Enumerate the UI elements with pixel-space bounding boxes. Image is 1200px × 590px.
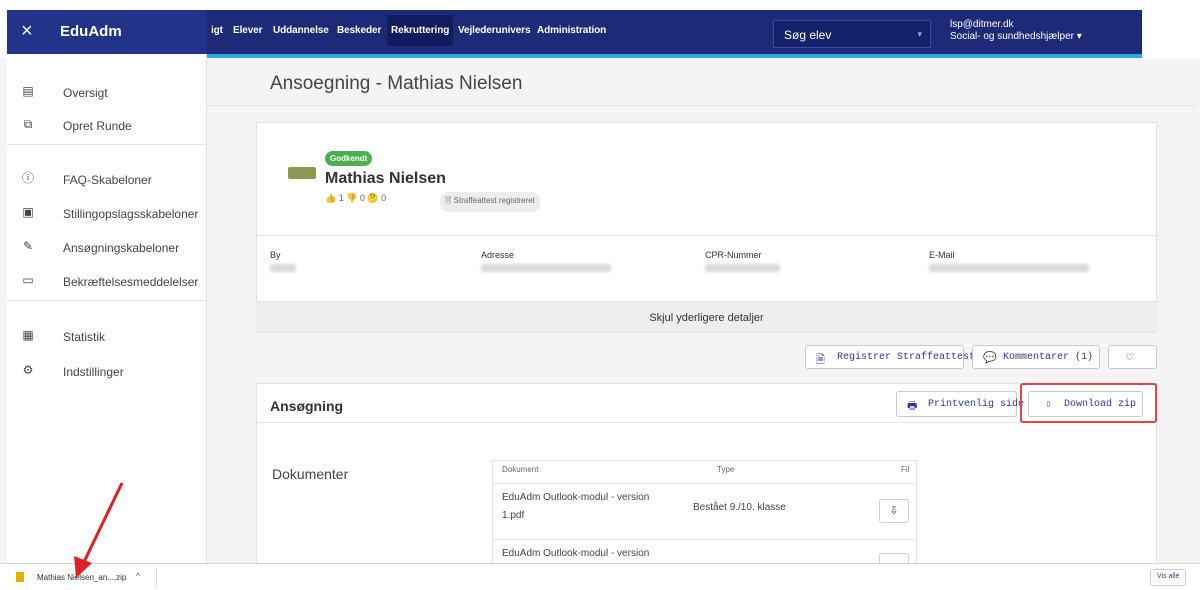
download-icon: ⇩ (1045, 399, 1052, 411)
download-file-icon[interactable]: ⇩ (879, 499, 909, 523)
toggle-details-label: Skjul yderligere detaljer (649, 312, 764, 324)
toggle-details-button[interactable]: Skjul yderligere detaljer (256, 301, 1157, 332)
detail-value-address-redacted (481, 264, 611, 272)
sidebar-item-label: Stillingopslagsskabeloner (63, 207, 199, 221)
candidate-name: Mathias Nielsen (325, 170, 446, 187)
user-email: lsp@ditmer.dk (950, 19, 1014, 30)
download-zip-label: Download zip (1064, 399, 1137, 410)
status-badge: Godkendt (325, 151, 373, 166)
column-header-file: Fil (901, 465, 910, 474)
overview-icon: ▤ (22, 84, 34, 98)
sidebar-item-ansogningskabeloner[interactable]: ✎ Ansøgningskabeloner (7, 235, 207, 261)
sidebar-item-statistik[interactable]: ▦ Statistik (7, 324, 207, 350)
sidebar-item-bekraeftelsesmeddelelser[interactable]: ▭ Bekræftelsesmeddelelser (7, 269, 207, 295)
sidebar-item-label: FAQ-Skabeloner (63, 173, 152, 187)
detail-value-cpr-redacted (705, 264, 780, 272)
print-friendly-button[interactable]: 🖶 Printvenlig side (896, 391, 1024, 417)
sidebar-item-label: Indstillinger (63, 365, 124, 379)
student-search-select[interactable]: Søg elev ▾ (773, 20, 931, 48)
detail-value-email-redacted (929, 264, 1089, 272)
print-friendly-label: Printvenlig side (928, 399, 1025, 410)
downloads-bar: Mathias Nielsen_an....zip ^ Vis alle (0, 563, 1200, 590)
info-icon: ⓘ (21, 171, 34, 185)
column-header-type: Type (717, 465, 735, 474)
nav-item-rekruttering[interactable]: Rekruttering (387, 15, 454, 46)
nav-item-vejlederunivers[interactable]: Vejlederunivers (458, 25, 531, 36)
nav-item-administration[interactable]: Administration (537, 25, 606, 36)
sidebar-item-label: Statistik (63, 330, 106, 344)
comment-icon: 💬 (983, 353, 997, 365)
application-section-title: Ansøgning (270, 398, 344, 414)
chevron-up-icon[interactable]: ^ (136, 571, 140, 581)
comments-label: Kommentarer (1) (1003, 352, 1094, 363)
heart-icon: ♡ (1126, 351, 1134, 365)
document-icon: 🗎 (816, 355, 825, 367)
chevron-down-icon: ▾ (917, 29, 922, 39)
detail-value-city-redacted (270, 264, 296, 272)
zip-file-icon (16, 572, 24, 582)
sidebar-header: × EduAdm (7, 10, 207, 54)
document-type: Bestået 9./10. klasse (693, 502, 786, 513)
downloaded-file-name[interactable]: Mathias Nielsen_an....zip (37, 573, 126, 582)
detail-label-address: Adresse (481, 250, 515, 260)
printer-icon: 🖶 (907, 401, 918, 413)
documents-heading: Dokumenter (272, 466, 349, 482)
pencil-icon: ✎ (22, 239, 34, 253)
comments-button[interactable]: 💬 Kommentarer (1) (972, 345, 1100, 369)
show-all-downloads-button[interactable]: Vis alle (1150, 569, 1187, 586)
nav-item-uddannelse[interactable]: Uddannelse (273, 25, 329, 36)
column-header-document: Dokument (502, 465, 539, 474)
sidebar-divider (7, 144, 207, 145)
register-criminal-record-button[interactable]: 🗎 Registrer Straffeattest (805, 345, 975, 369)
brand-logo: EduAdm (60, 23, 122, 40)
chart-icon: ▦ (22, 328, 34, 342)
detail-label-email: E-Mail (929, 250, 955, 260)
sidebar-item-indstillinger[interactable]: ⚙ Indstillinger (7, 359, 207, 385)
nav-item-elever[interactable]: Elever (233, 25, 263, 36)
download-zip-button[interactable]: ⇩ Download zip (1028, 391, 1143, 417)
document-name: EduAdm Outlook-modul - version (502, 492, 650, 503)
student-search-label: Søg elev (784, 28, 832, 42)
sidebar-item-faq-skabeloner[interactable]: ⓘ FAQ-Skabeloner (7, 167, 207, 193)
criminal-record-chip: 🗎 Straffeattest registreret (440, 192, 540, 212)
details-divider (256, 235, 1157, 236)
sidebar-item-label: Ansøgningskabeloner (63, 241, 180, 255)
row-divider (493, 539, 916, 540)
sidebar-divider (7, 300, 207, 301)
sidebar-item-opret-runde[interactable]: ⧉ Opret Runde (7, 113, 207, 139)
avatar (288, 167, 316, 179)
detail-label-city: By (270, 250, 281, 260)
nav-accent-line (207, 54, 1142, 58)
message-icon: ▭ (22, 273, 34, 287)
documents-table: Dokument Type Fil EduAdm Outlook-modul -… (492, 460, 917, 565)
sidebar-item-label: Bekræftelsesmeddelelser (63, 275, 199, 289)
downloads-divider (156, 568, 157, 587)
sidebar-item-label: Oversigt (63, 86, 108, 100)
settings-icon: ⚙ (22, 363, 34, 377)
detail-label-cpr: CPR-Nummer (705, 250, 762, 260)
title-divider (207, 105, 1197, 106)
sidebar: × EduAdm ▤ Oversigt ⧉ Opret Runde ⓘ FAQ-… (7, 10, 207, 563)
page-title: Ansoegning - Mathias Nielsen (270, 73, 523, 94)
nav-item-beskeder[interactable]: Beskeder (337, 25, 381, 36)
row-divider (493, 483, 916, 484)
sidebar-item-stillingopslagsskabeloner[interactable]: ▣ Stillingopslagsskabeloner (7, 201, 207, 227)
favorite-button[interactable]: ♡ (1108, 345, 1157, 369)
nav-item-oversigt[interactable]: igt (211, 25, 223, 36)
document-icon: ▣ (22, 205, 34, 219)
create-round-icon: ⧉ (23, 117, 33, 131)
document-name: EduAdm Outlook-modul - version (502, 548, 650, 559)
sidebar-item-oversigt[interactable]: ▤ Oversigt (7, 80, 207, 106)
document-name-cont: 1.pdf (502, 510, 525, 521)
user-role: Social- og sundhedshjælper ▾ (950, 31, 1082, 42)
sidebar-item-label: Opret Runde (63, 119, 132, 133)
register-criminal-record-label: Registrer Straffeattest (837, 352, 976, 363)
close-icon[interactable]: × (21, 20, 33, 43)
user-menu[interactable]: lsp@ditmer.dk Social- og sundhedshjælper… (950, 19, 1082, 43)
vote-counts: 👍 1 👎 0 🤔 0 (325, 193, 387, 203)
